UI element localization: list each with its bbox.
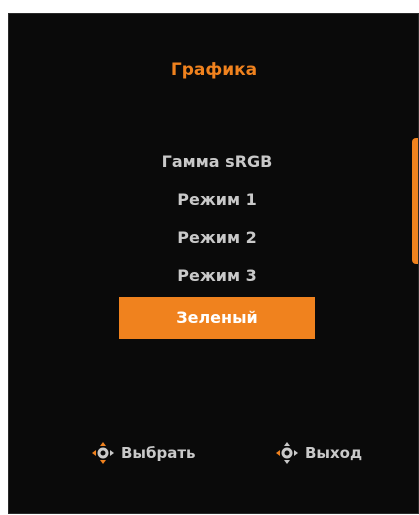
submenu-indicator-tab: [412, 138, 418, 264]
joystick-icon: [272, 438, 302, 468]
menu-item-mode-3[interactable]: Режим 3: [119, 255, 315, 297]
menu-item-mode-2[interactable]: Режим 2: [119, 217, 315, 259]
select-action[interactable]: Выбрать: [88, 438, 196, 468]
exit-action[interactable]: Выход: [272, 438, 362, 468]
menu-item-green[interactable]: Зеленый: [119, 297, 315, 339]
menu-title: Графика: [170, 60, 258, 80]
select-label: Выбрать: [121, 444, 196, 462]
joystick-icon: [88, 438, 118, 468]
osd-menu-panel: Графика Гамма sRGB Режим 1 Режим 2 Режим…: [8, 13, 419, 514]
exit-label: Выход: [305, 444, 363, 462]
menu-item-mode-1[interactable]: Режим 1: [119, 179, 315, 221]
menu-item-gamma-srgb[interactable]: Гамма sRGB: [119, 141, 315, 183]
